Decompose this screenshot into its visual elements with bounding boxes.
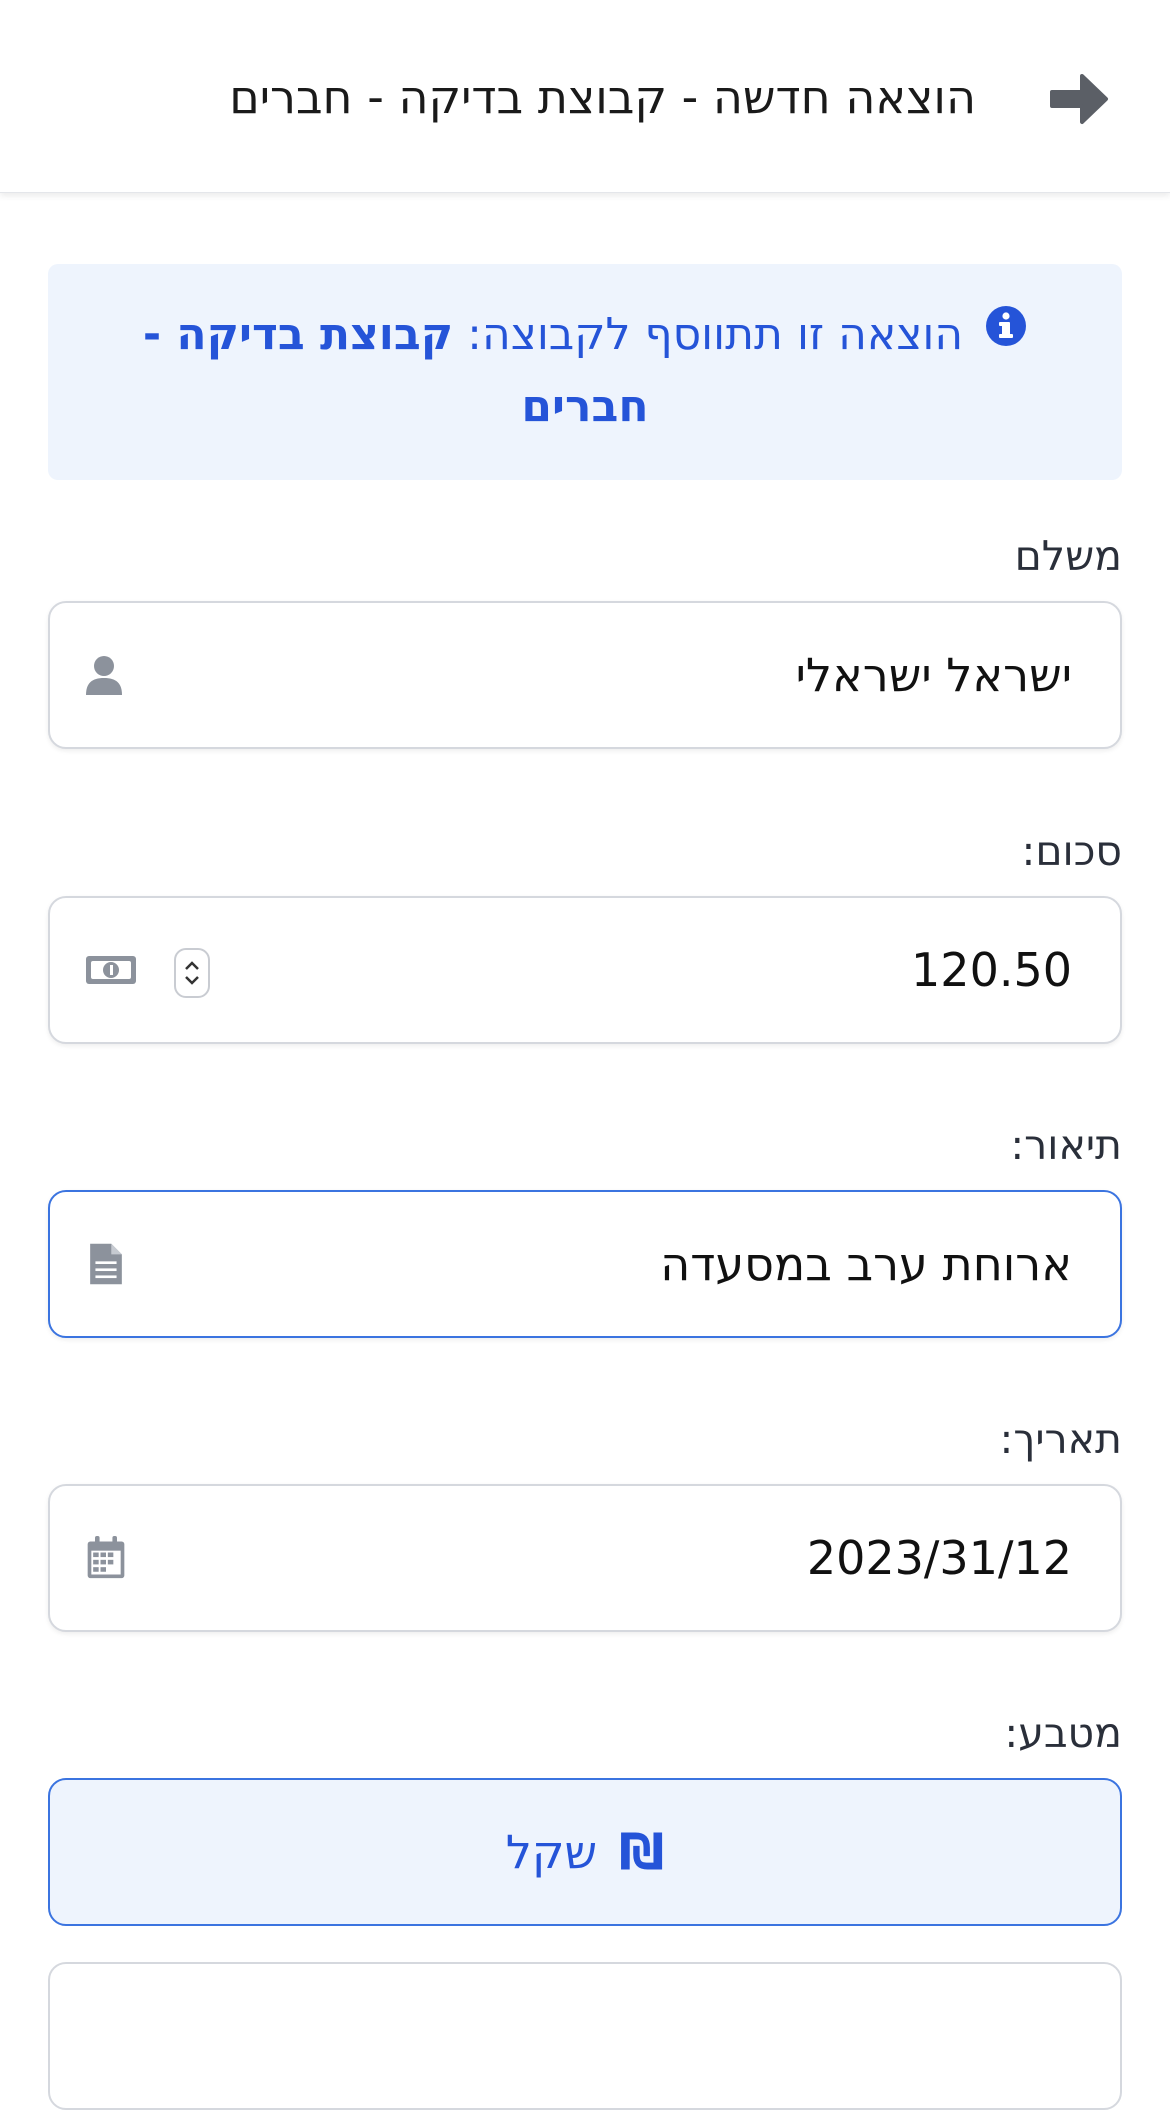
calendar-icon xyxy=(87,1536,125,1579)
back-button[interactable] xyxy=(1044,64,1114,134)
money-bill-icon xyxy=(86,956,136,984)
date-label: תאריך: xyxy=(999,1415,1123,1463)
info-circle-icon xyxy=(985,298,1027,368)
payer-select[interactable]: ישראל ישראלי xyxy=(48,601,1122,749)
app-header: הוצאה חדשה - קבוצת בדיקה - חברים xyxy=(0,0,1170,193)
user-icon xyxy=(86,656,122,695)
currency-option-label: שקל xyxy=(505,1825,598,1879)
date-input[interactable]: 2023/31/12 xyxy=(48,1484,1122,1632)
description-input[interactable]: ארוחת ערב במסעדה xyxy=(48,1190,1122,1338)
currency-option-next[interactable] xyxy=(48,1962,1122,2110)
stepper-up-icon[interactable] xyxy=(183,959,201,973)
group-info-alert: הוצאה זו תתווסף לקבוצה: קבוצת בדיקה - חב… xyxy=(48,264,1122,480)
payer-value: ישראל ישראלי xyxy=(795,648,1072,702)
description-label: תיאור: xyxy=(1010,1121,1122,1169)
arrow-right-icon xyxy=(1050,74,1108,124)
amount-label: סכום: xyxy=(1021,827,1122,875)
currency-option-shekel[interactable]: ₪ שקל xyxy=(48,1778,1122,1926)
file-text-icon xyxy=(90,1243,122,1285)
amount-stepper[interactable] xyxy=(174,948,210,998)
amount-value: 120.50 xyxy=(911,943,1072,997)
payer-label: משלם xyxy=(1014,532,1122,580)
info-text: הוצאה זו תתווסף לקבוצה: xyxy=(467,309,964,360)
shekel-icon: ₪ xyxy=(619,1823,665,1881)
amount-input[interactable]: 120.50 xyxy=(48,896,1122,1044)
currency-label: מטבע: xyxy=(1004,1709,1122,1757)
description-value: ארוחת ערב במסעדה xyxy=(660,1237,1072,1291)
date-value: 2023/31/12 xyxy=(806,1531,1072,1585)
page-title: הוצאה חדשה - קבוצת בדיקה - חברים xyxy=(229,70,976,124)
stepper-down-icon[interactable] xyxy=(183,973,201,987)
